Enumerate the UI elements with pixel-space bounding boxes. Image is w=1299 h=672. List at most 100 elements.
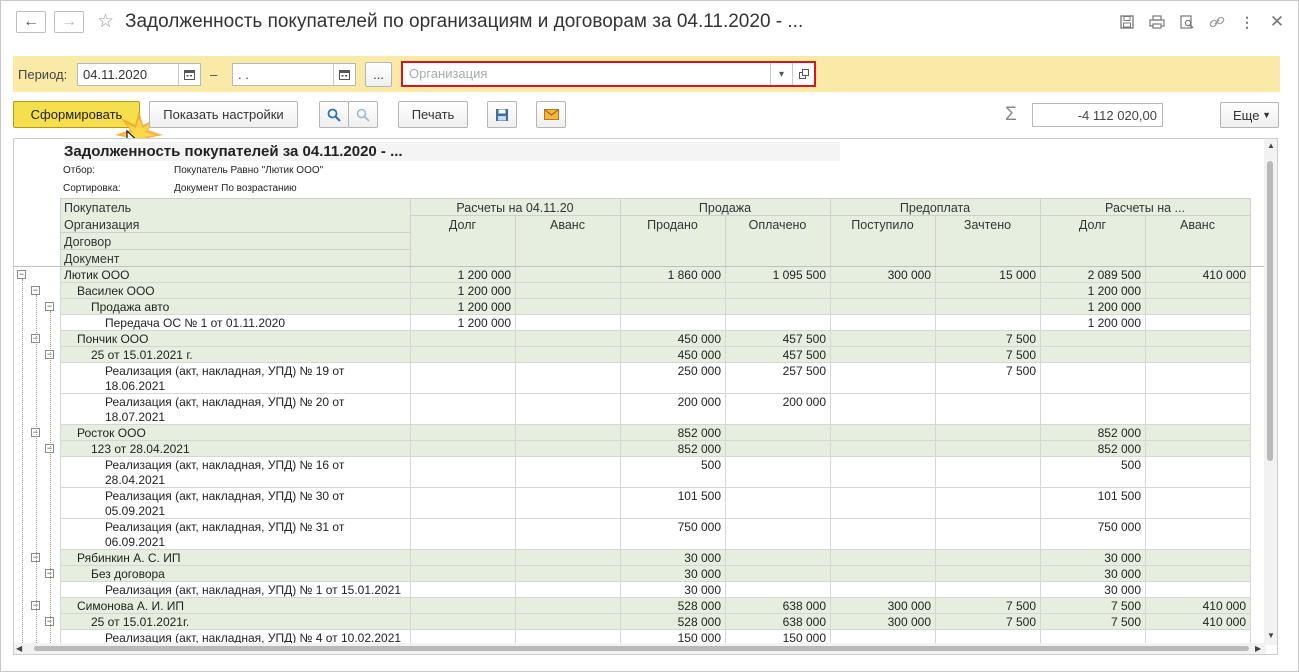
table-row[interactable]: Пончик ООО 450 000 457 500 7 500− (14, 331, 1264, 347)
row-vline (935, 299, 936, 315)
date-from-input[interactable]: 04.11.2020 (77, 63, 201, 86)
search-clear-button[interactable] (348, 101, 378, 128)
row-vline (515, 299, 516, 315)
calendar-icon[interactable] (333, 64, 355, 85)
table-row[interactable]: Лютик ООО 1 200 000 1 860 000 1 095 500 300 … (14, 267, 1264, 283)
horizontal-scrollbar[interactable]: ◀ ▶ (14, 643, 1266, 654)
show-settings-button[interactable]: Показать настройки (149, 101, 298, 128)
collapse-toggle-icon[interactable]: − (45, 302, 54, 311)
table-row[interactable]: Передача ОС № 1 от 01.11.2020 1 200 000 1 … (14, 315, 1264, 331)
row-vline (515, 488, 516, 519)
search-icon (327, 108, 341, 122)
row-vline (725, 582, 726, 598)
row-value: 457 500 (782, 348, 826, 362)
row-vline (1250, 315, 1251, 331)
header-sub-4: Оплачено (748, 218, 807, 232)
row-value: 200 000 (782, 395, 826, 409)
open-form-icon[interactable] (792, 63, 814, 85)
preview-icon[interactable] (1178, 13, 1196, 31)
table-row[interactable]: Без договора 30 000 30 000− (14, 566, 1264, 582)
row-vline (830, 299, 831, 315)
row-vline (830, 347, 831, 363)
row-name: Пончик ООО (77, 332, 149, 346)
row-value: 852 000 (677, 426, 721, 440)
forward-button[interactable]: → (54, 11, 84, 33)
send-email-button[interactable] (536, 101, 566, 128)
filter-bar: Период: 04.11.2020 – . . ... Организация… (13, 56, 1280, 92)
collapse-toggle-icon[interactable]: − (17, 270, 26, 279)
organization-input[interactable]: Организация ▾ (401, 61, 816, 87)
table-row[interactable]: Росток ООО 852 000 852 000− (14, 425, 1264, 441)
back-button[interactable]: ← (16, 11, 46, 33)
row-vline (60, 441, 61, 457)
print-button[interactable]: Печать (398, 101, 468, 128)
header-group-4: Расчеты на ... (1105, 201, 1185, 215)
print-icon[interactable] (1148, 13, 1166, 31)
row-vline (515, 315, 516, 331)
search-button[interactable] (319, 101, 349, 128)
header-line (60, 232, 410, 233)
collapse-toggle-icon[interactable]: − (31, 286, 40, 295)
chevron-down-icon: ▼ (1262, 110, 1271, 120)
row-value: 1 200 000 (457, 300, 511, 314)
table-row[interactable]: Реализация (акт, накладная, УПД) № 30 от… (14, 488, 1264, 519)
report-spreadsheet[interactable]: Задолженность покупателей за 04.11.2020 … (13, 138, 1278, 655)
table-row[interactable]: 123 от 28.04.2021 852 000 852 000− (14, 441, 1264, 457)
row-vline (935, 550, 936, 566)
row-value: 7 500 (1005, 364, 1036, 378)
row-vline (1250, 331, 1251, 347)
table-row[interactable]: 25 от 15.01.2021г. 528 000 638 000 300 000 7… (14, 614, 1264, 630)
row-vline (515, 363, 516, 394)
row-vline (1145, 488, 1146, 519)
row-value: 300 000 (887, 599, 931, 613)
row-vline (725, 457, 726, 488)
row-name: 25 от 15.01.2021 г. (91, 348, 193, 362)
period-select-button[interactable]: ... (365, 62, 392, 87)
row-vline (1250, 441, 1251, 457)
table-row[interactable]: Реализация (акт, накладная, УПД) № 16 от… (14, 457, 1264, 488)
row-vline (410, 457, 411, 488)
row-vline (60, 457, 61, 488)
save-report-button[interactable] (487, 101, 517, 128)
row-vline (515, 519, 516, 550)
star-icon[interactable]: ☆ (97, 10, 114, 33)
table-row[interactable]: Василек ООО 1 200 000 1 200 000 − (14, 283, 1264, 299)
table-row[interactable]: Реализация (акт, накладная, УПД) № 1 от … (14, 582, 1264, 598)
row-vline (60, 347, 61, 363)
date-to-input[interactable]: . . (232, 63, 356, 86)
row-value: 1 860 000 (667, 268, 721, 282)
row-name: 123 от 28.04.2021 (91, 442, 190, 456)
row-name: Реализация (акт, накладная, УПД) № 16 от (105, 458, 345, 472)
more-vertical-icon[interactable]: ⋮ (1238, 13, 1256, 31)
table-row[interactable]: Реализация (акт, накладная, УПД) № 31 от… (14, 519, 1264, 550)
header-sub-1: Долг (448, 218, 477, 232)
row-vline (1250, 519, 1251, 550)
row-vline (1145, 347, 1146, 363)
row-name-cont: 18.07.2021 (105, 410, 166, 424)
row-vline (1250, 582, 1251, 598)
chevron-down-icon[interactable]: ▾ (770, 63, 792, 85)
table-row[interactable]: 25 от 15.01.2021 г. 450 000 457 500 7 500− (14, 347, 1264, 363)
link-icon[interactable] (1208, 13, 1226, 31)
row-value: 410 000 (1202, 615, 1246, 629)
table-row[interactable]: Симонова А. И. ИП 528 000 638 000 300 000 7 … (14, 598, 1264, 614)
row-name: Василек ООО (77, 284, 155, 298)
more-button[interactable]: Еще ▼ (1220, 102, 1279, 128)
row-vline (1250, 267, 1251, 283)
horizontal-scrollbar-thumb[interactable] (34, 646, 1249, 651)
calendar-icon[interactable] (178, 64, 200, 85)
table-row[interactable]: Рябинкин А. С. ИП 30 000 30 000− (14, 550, 1264, 566)
vertical-scrollbar-thumb[interactable] (1267, 161, 1273, 461)
table-row[interactable]: Продажа авто 1 200 000 1 200 000 − (14, 299, 1264, 315)
row-vline (830, 582, 831, 598)
window-title: Задолженность покупателей по организация… (125, 11, 804, 32)
vertical-scrollbar[interactable]: ▲ ▼ (1264, 139, 1277, 645)
row-vline (515, 331, 516, 347)
header-organization: Организация (64, 218, 140, 232)
row-value: 2 089 500 (1087, 268, 1141, 282)
close-icon[interactable]: ✕ (1268, 12, 1286, 31)
table-row[interactable]: Реализация (акт, накладная, УПД) № 19 от… (14, 363, 1264, 394)
save-icon[interactable] (1118, 13, 1136, 31)
row-vline (410, 441, 411, 457)
table-row[interactable]: Реализация (акт, накладная, УПД) № 20 от… (14, 394, 1264, 425)
